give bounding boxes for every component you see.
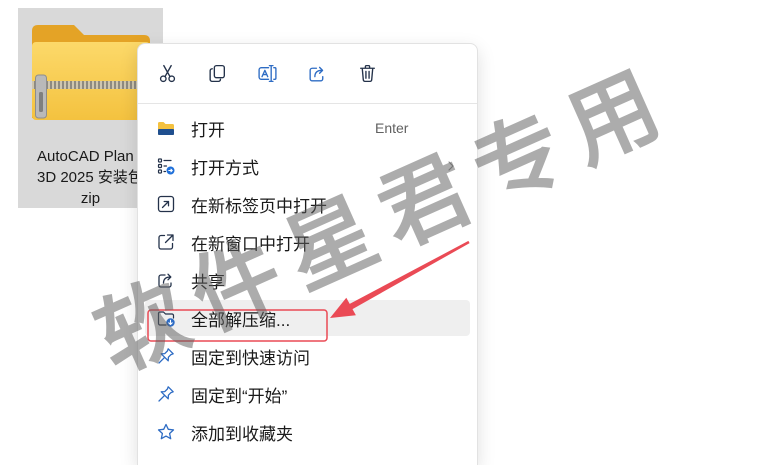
pin-icon [156,384,176,404]
cut-button[interactable] [147,53,187,93]
share-button[interactable] [297,53,337,93]
menu-item-label: 固定到快速访问 [191,348,310,368]
context-menu: 打开 Enter 打开方式 在新标签页中打开 在新窗口中打开 共享 全部解压缩.… [137,43,478,465]
menu-item-label: 在新窗口中打开 [191,234,310,254]
rename-icon [257,64,277,82]
context-menu-toolbar [147,53,387,93]
menu-item-open[interactable]: 打开 Enter [145,110,470,146]
menu-item-pin-quick-access[interactable]: 固定到快速访问 [145,338,470,374]
menu-item-add-favorites[interactable]: 添加到收藏夹 [145,414,470,450]
zip-folder-icon [32,25,150,120]
menu-item-label: 全部解压缩... [191,310,291,330]
chevron-right-icon [445,160,457,172]
menu-items: 打开 Enter 打开方式 在新标签页中打开 在新窗口中打开 共享 全部解压缩.… [145,108,470,452]
cut-icon [159,64,175,82]
copy-icon [208,64,225,82]
menu-item-open-new-tab[interactable]: 在新标签页中打开 [145,186,470,222]
menu-item-label: 打开 [191,120,225,140]
menu-item-label: 在新标签页中打开 [191,196,327,216]
menu-item-label: 打开方式 [191,158,259,178]
star-icon [156,422,176,442]
delete-button[interactable] [347,53,387,93]
delete-icon [359,64,375,82]
menu-item-label: 添加到收藏夹 [191,424,293,444]
pin-icon [156,346,176,366]
menu-item-extract-all[interactable]: 全部解压缩... [145,300,470,336]
menu-item-open-new-window[interactable]: 在新窗口中打开 [145,224,470,260]
menu-item-label: 固定到“开始” [191,386,288,406]
menu-item-open-with[interactable]: 打开方式 [145,148,470,184]
new-tab-icon [156,194,176,214]
share-icon [156,270,176,290]
copy-button[interactable] [197,53,237,93]
shortcut-text: Enter [375,120,409,136]
new-window-icon [156,232,176,252]
menu-item-pin-start[interactable]: 固定到“开始” [145,376,470,412]
open-with-icon [156,156,176,176]
menu-item-label: 共享 [191,272,225,292]
share-icon [308,66,323,82]
menu-divider [138,103,477,104]
extract-all-icon [156,308,176,328]
rename-button[interactable] [247,53,287,93]
folder-open-icon [156,118,176,138]
menu-item-share[interactable]: 共享 [145,262,470,298]
